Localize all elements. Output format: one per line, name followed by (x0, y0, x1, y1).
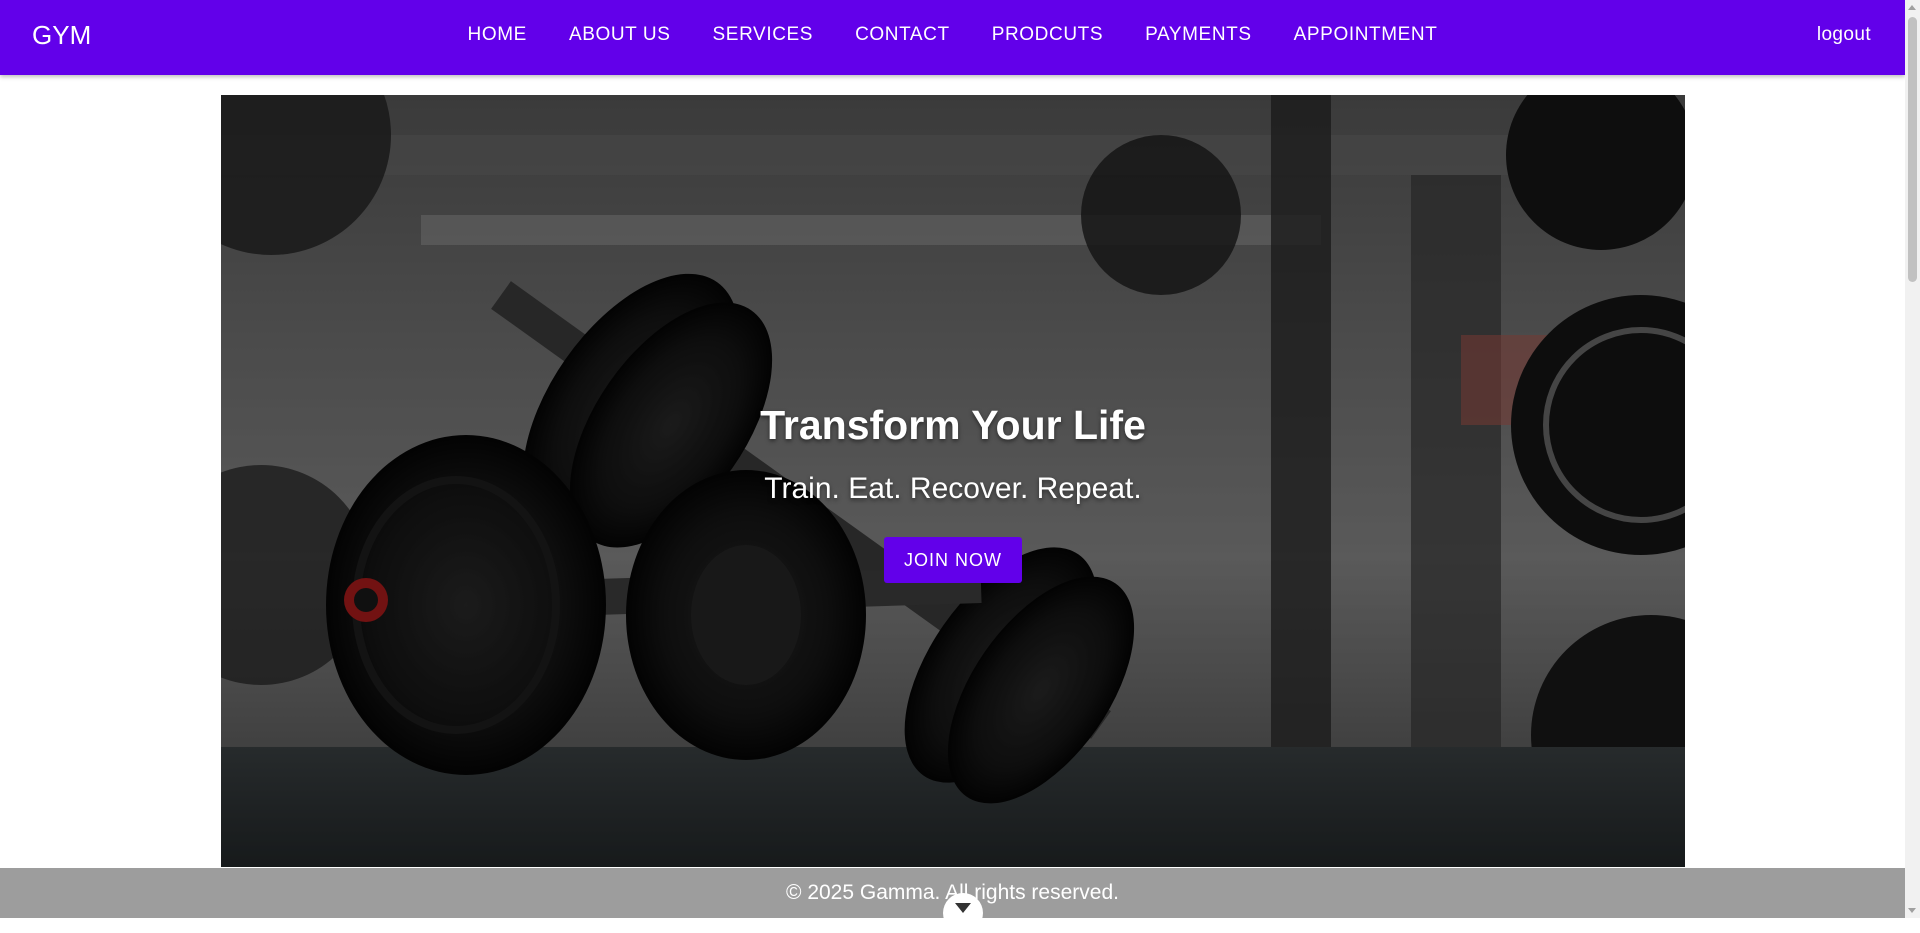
main-nav: HOME ABOUT US SERVICES CONTACT PRODCUTS … (0, 0, 1905, 70)
nav-link-home[interactable]: HOME (447, 0, 548, 70)
hero-title: Transform Your Life (760, 402, 1146, 448)
top-navbar: GYM HOME ABOUT US SERVICES CONTACT PRODC… (0, 0, 1905, 75)
logout-link[interactable]: logout (1817, 0, 1871, 70)
nav-link-products[interactable]: PRODCUTS (971, 0, 1124, 70)
vertical-scrollbar[interactable] (1905, 0, 1920, 918)
hero-content: Transform Your Life Train. Eat. Recover.… (221, 395, 1685, 583)
nav-link-about-us[interactable]: ABOUT US (548, 0, 692, 70)
nav-link-appointment[interactable]: APPOINTMENT (1273, 0, 1459, 70)
scroll-down-button[interactable] (943, 893, 983, 933)
nav-link-services[interactable]: SERVICES (692, 0, 835, 70)
scroll-down-arrow-icon[interactable] (1908, 908, 1916, 913)
scrollbar-thumb[interactable] (1908, 17, 1917, 282)
join-now-button[interactable]: JOIN NOW (884, 537, 1022, 583)
nav-link-payments[interactable]: PAYMENTS (1124, 0, 1273, 70)
chevron-down-icon (955, 903, 971, 913)
scroll-up-arrow-icon[interactable] (1908, 5, 1916, 10)
hero-banner: Transform Your Life Train. Eat. Recover.… (221, 95, 1685, 867)
hero-subtitle: Train. Eat. Recover. Repeat. (764, 472, 1142, 505)
nav-link-contact[interactable]: CONTACT (834, 0, 971, 70)
brand-logo[interactable]: GYM (32, 0, 91, 70)
